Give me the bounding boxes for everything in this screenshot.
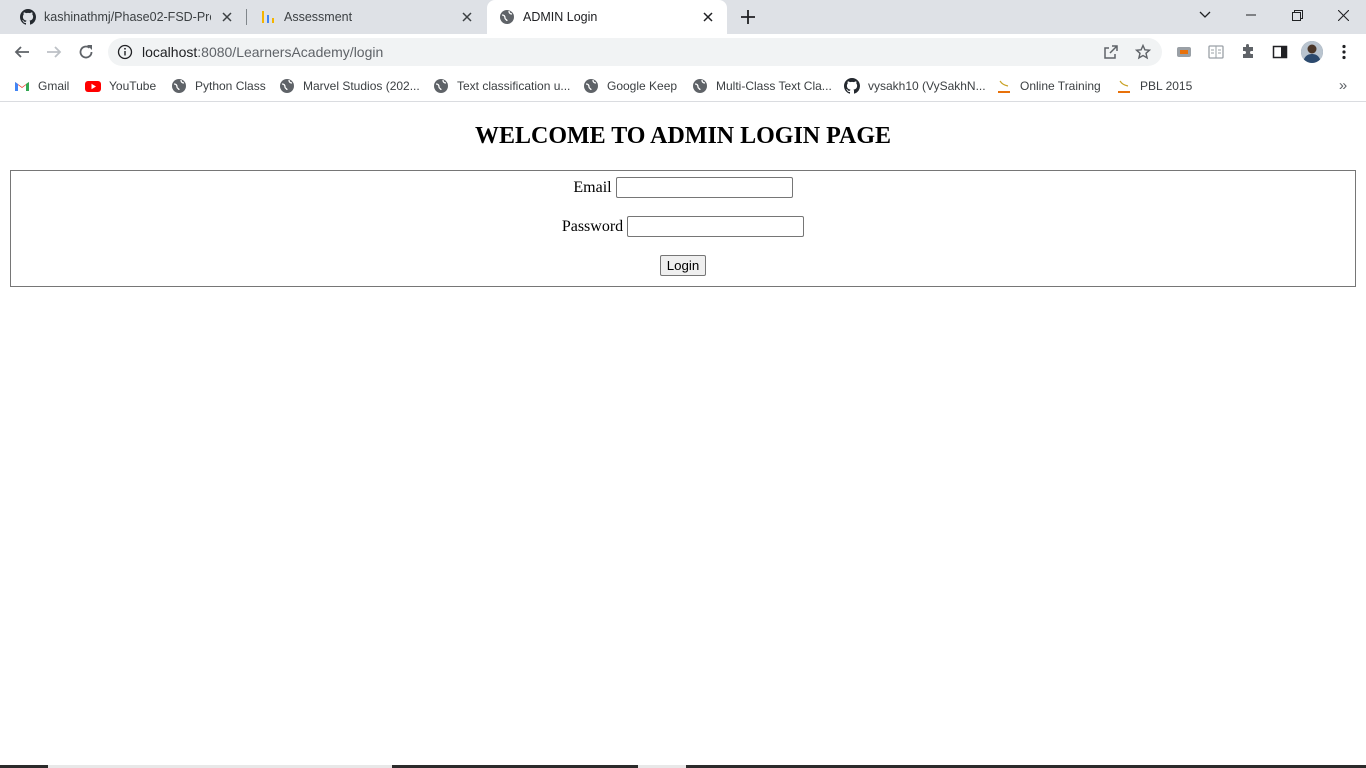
close-tab-icon[interactable] [698, 7, 718, 27]
bookmark-label: Text classification u... [457, 79, 571, 93]
tab-strip: kashinathmj/Phase02-FSD-Projec Assessmen… [0, 0, 1366, 34]
youtube-icon [85, 81, 101, 92]
bookmark-label: Gmail [38, 79, 70, 93]
cast-extension-button[interactable] [1170, 38, 1198, 66]
bookmark-label: Marvel Studios (202... [303, 79, 420, 93]
extension-app-icon [1177, 47, 1191, 57]
restore-icon [1291, 9, 1303, 21]
share-button[interactable] [1097, 38, 1125, 66]
bookmarks-overflow-button[interactable]: » [1334, 75, 1352, 95]
forward-button[interactable] [40, 38, 68, 66]
bookmark-google-keep[interactable]: Google Keep [583, 75, 677, 97]
tab-title: kashinathmj/Phase02-FSD-Projec [44, 10, 211, 24]
bookmark-star-button[interactable] [1129, 38, 1157, 66]
url-text: localhost:8080/LearnersAcademy/login [142, 38, 383, 66]
restore-button[interactable] [1274, 0, 1320, 30]
tab-title: ADMIN Login [523, 10, 598, 24]
bookmark-label: Online Training [1020, 79, 1101, 93]
bookmark-vysakh10[interactable]: vysakh10 (VySakhN... [844, 75, 986, 97]
bookmark-gmail[interactable]: Gmail [14, 75, 69, 97]
back-button[interactable] [8, 38, 36, 66]
url-path: :8080/LearnersAcademy/login [197, 44, 384, 60]
bookmark-multi-class-text[interactable]: Multi-Class Text Cla... [692, 75, 832, 97]
email-field[interactable] [615, 177, 793, 198]
info-icon[interactable] [117, 44, 133, 60]
extensions-button[interactable] [1234, 38, 1262, 66]
globe-icon [500, 10, 514, 24]
submit-row: Login [11, 255, 1355, 276]
close-tab-icon[interactable] [217, 7, 237, 27]
bookmark-label: Google Keep [607, 79, 678, 93]
url-host: localhost [142, 44, 198, 60]
tab-title: Assessment [284, 10, 353, 24]
pbl-icon [1118, 80, 1130, 93]
globe-icon [693, 79, 707, 93]
side-panel-icon [1272, 45, 1288, 59]
email-label: Email [573, 178, 612, 196]
avatar-icon [1301, 41, 1323, 63]
reload-icon [79, 45, 93, 59]
bookmarks-bar: Gmail YouTube Python Class Marvel Studio… [0, 70, 1366, 102]
plus-icon [741, 10, 755, 24]
password-label: Password [561, 217, 624, 235]
bookmark-pbl-2015[interactable]: PBL 2015 [1116, 75, 1192, 97]
pbl-icon [998, 80, 1010, 93]
reader-icon [1208, 45, 1224, 59]
minimize-button[interactable] [1228, 0, 1274, 30]
bar-chart-icon [262, 11, 274, 23]
bookmark-label: PBL 2015 [1140, 79, 1193, 93]
profile-avatar[interactable] [1301, 41, 1323, 63]
side-panel-button[interactable] [1266, 38, 1294, 66]
email-row: Email [11, 177, 1355, 198]
tab-admin-login[interactable]: ADMIN Login [487, 0, 727, 34]
puzzle-icon [1243, 44, 1253, 58]
minimize-icon [1246, 14, 1256, 16]
browser-menu-button[interactable] [1330, 38, 1358, 66]
share-icon [1104, 45, 1118, 59]
password-field[interactable] [627, 216, 805, 237]
bookmark-online-training[interactable]: Online Training [996, 75, 1101, 97]
bookmark-marvel-studios[interactable]: Marvel Studios (202... [279, 75, 420, 97]
star-icon [1135, 44, 1151, 60]
reload-button[interactable] [72, 38, 100, 66]
tab-github-repo[interactable]: kashinathmj/Phase02-FSD-Projec [0, 0, 246, 34]
login-form: Email Password Login [10, 170, 1356, 287]
arrow-right-icon [47, 46, 62, 58]
globe-icon [584, 79, 598, 93]
bookmark-youtube[interactable]: YouTube [85, 75, 156, 97]
reader-extension-button[interactable] [1202, 38, 1230, 66]
bookmark-label: YouTube [109, 79, 157, 93]
bookmark-label: vysakh10 (VySakhN... [868, 79, 986, 93]
close-window-button[interactable] [1320, 0, 1366, 30]
kebab-menu-icon [1342, 44, 1346, 60]
bookmark-text-classification[interactable]: Text classification u... [433, 75, 570, 97]
close-tab-icon[interactable] [457, 7, 477, 27]
browser-toolbar: localhost:8080/LearnersAcademy/login [0, 34, 1366, 70]
password-row: Password [11, 216, 1355, 237]
github-icon [844, 78, 860, 94]
bookmark-python-class[interactable]: Python Class [171, 75, 266, 97]
close-icon [1337, 9, 1349, 21]
page-content: WELCOME TO ADMIN LOGIN PAGE Email Passwo… [0, 103, 1366, 765]
globe-icon [172, 79, 186, 93]
chevron-down-icon [1199, 11, 1211, 18]
login-button[interactable]: Login [659, 255, 707, 276]
arrow-left-icon [14, 46, 29, 58]
tab-assessment[interactable]: Assessment [240, 0, 486, 34]
github-icon [20, 9, 36, 25]
globe-icon [280, 79, 294, 93]
address-bar[interactable]: localhost:8080/LearnersAcademy/login [108, 38, 1162, 66]
new-tab-button[interactable] [737, 6, 759, 28]
globe-icon [434, 79, 448, 93]
bookmark-label: Python Class [195, 79, 266, 93]
tab-search-button[interactable] [1182, 0, 1228, 30]
gmail-icon [15, 82, 29, 91]
page-title: WELCOME TO ADMIN LOGIN PAGE [474, 123, 892, 149]
bookmark-label: Multi-Class Text Cla... [716, 79, 832, 93]
